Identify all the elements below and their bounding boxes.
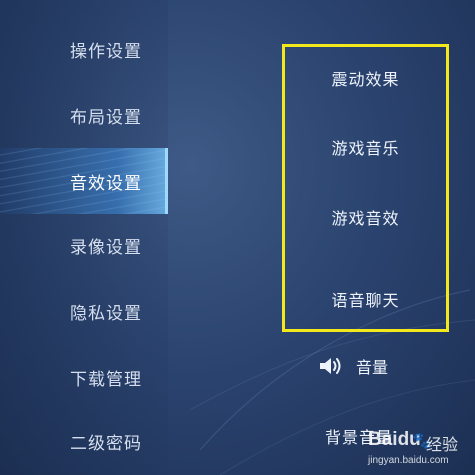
game-sound-effects-setting[interactable]: 游戏音效 <box>282 205 449 229</box>
sidebar-item-label: 操作设置 <box>70 41 142 62</box>
vibration-effect-setting[interactable]: 震动效果 <box>282 66 449 90</box>
volume-label: 音量 <box>356 358 389 377</box>
sound-settings-screen: 操作设置 布局设置 音效设置 录像设置 隐私设置 下载管理 二级密码 震动效果 … <box>0 0 475 475</box>
sidebar-item-label: 下载管理 <box>70 369 142 390</box>
sidebar-item-label: 隐私设置 <box>70 303 142 324</box>
sidebar-item-operation-settings[interactable]: 操作设置 <box>0 16 168 82</box>
game-music-setting[interactable]: 游戏音乐 <box>282 135 449 159</box>
sidebar-item-layout-settings[interactable]: 布局设置 <box>0 82 168 148</box>
watermark-suffix: 经验 <box>426 435 459 454</box>
sidebar-item-sound-settings[interactable]: 音效设置 <box>0 148 168 214</box>
volume-section-header: 音量 <box>318 352 388 380</box>
settings-sidebar: 操作设置 布局设置 音效设置 录像设置 隐私设置 下载管理 二级密码 <box>0 0 168 475</box>
sidebar-item-label: 布局设置 <box>70 107 142 128</box>
sidebar-item-recording-settings[interactable]: 录像设置 <box>0 212 168 278</box>
paw-icon: 🐾 <box>412 431 432 450</box>
sidebar-item-label: 录像设置 <box>70 237 142 258</box>
sidebar-item-label: 二级密码 <box>70 433 142 454</box>
sidebar-item-download-management[interactable]: 下载管理 <box>0 344 168 410</box>
background-volume-label: 背景音量 <box>325 428 394 447</box>
voice-chat-setting[interactable]: 语音聊天 <box>282 287 449 311</box>
watermark-url: jingyan.baidu.com <box>368 455 449 466</box>
sidebar-item-privacy-settings[interactable]: 隐私设置 <box>0 278 168 344</box>
sidebar-item-secondary-password[interactable]: 二级密码 <box>0 408 168 474</box>
speaker-icon <box>320 358 341 374</box>
sidebar-item-label: 音效设置 <box>70 173 142 194</box>
